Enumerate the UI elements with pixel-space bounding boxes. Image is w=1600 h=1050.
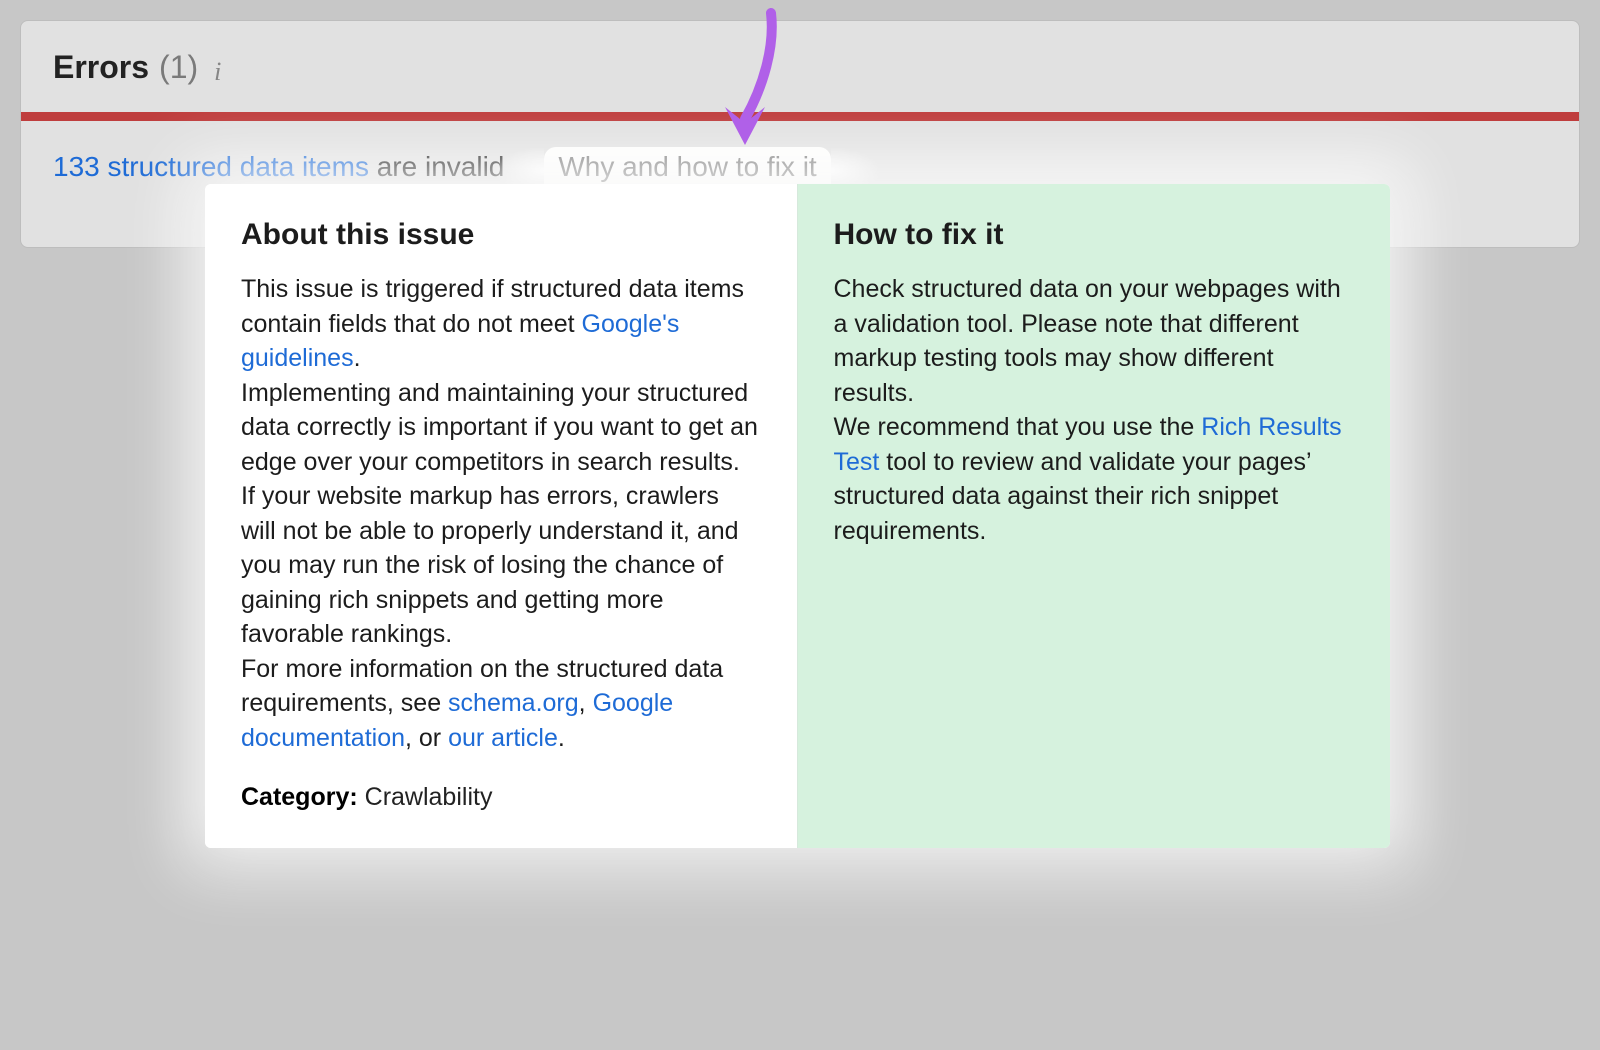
category-value-text: Crawlability xyxy=(365,783,493,811)
fix-para2-pre: We recommend that you use the xyxy=(834,413,1202,441)
about-or-text: , or xyxy=(405,724,448,752)
about-heading: About this issue xyxy=(241,218,761,252)
how-to-fix-panel: How to fix it Check structured data on y… xyxy=(798,184,1391,848)
issue-suffix-text-2: are invalid xyxy=(377,151,505,182)
about-para2: Implementing and maintaining your struct… xyxy=(241,379,758,476)
about-comma1: , xyxy=(579,689,593,717)
severity-bar xyxy=(21,112,1579,121)
card-header: Errors (1) i xyxy=(21,21,1579,112)
category-row: Category: Crawlability xyxy=(241,783,761,812)
errors-title: Errors xyxy=(53,49,149,86)
about-body: This issue is triggered if structured da… xyxy=(241,272,761,755)
errors-count: (1) xyxy=(159,49,198,86)
issue-details-popup: About this issue This issue is triggered… xyxy=(205,184,1390,848)
schema-org-link[interactable]: schema.org xyxy=(448,689,579,717)
our-article-link[interactable]: our article xyxy=(448,724,558,752)
about-para3: If your website markup has errors, crawl… xyxy=(241,482,739,648)
about-para1-post: . xyxy=(354,344,361,372)
category-label: Category: xyxy=(241,783,358,811)
fix-heading: How to fix it xyxy=(834,218,1355,252)
structured-data-items-link[interactable]: 133 structured data items xyxy=(53,151,369,182)
fix-para2-post: tool to review and validate your pages’ … xyxy=(834,448,1311,545)
info-icon[interactable]: i xyxy=(214,57,221,87)
fix-body: Check structured data on your webpages w… xyxy=(834,272,1355,548)
fix-para1: Check structured data on your webpages w… xyxy=(834,275,1341,407)
about-para4-post: . xyxy=(558,724,565,752)
about-this-issue-panel: About this issue This issue is triggered… xyxy=(205,184,798,848)
